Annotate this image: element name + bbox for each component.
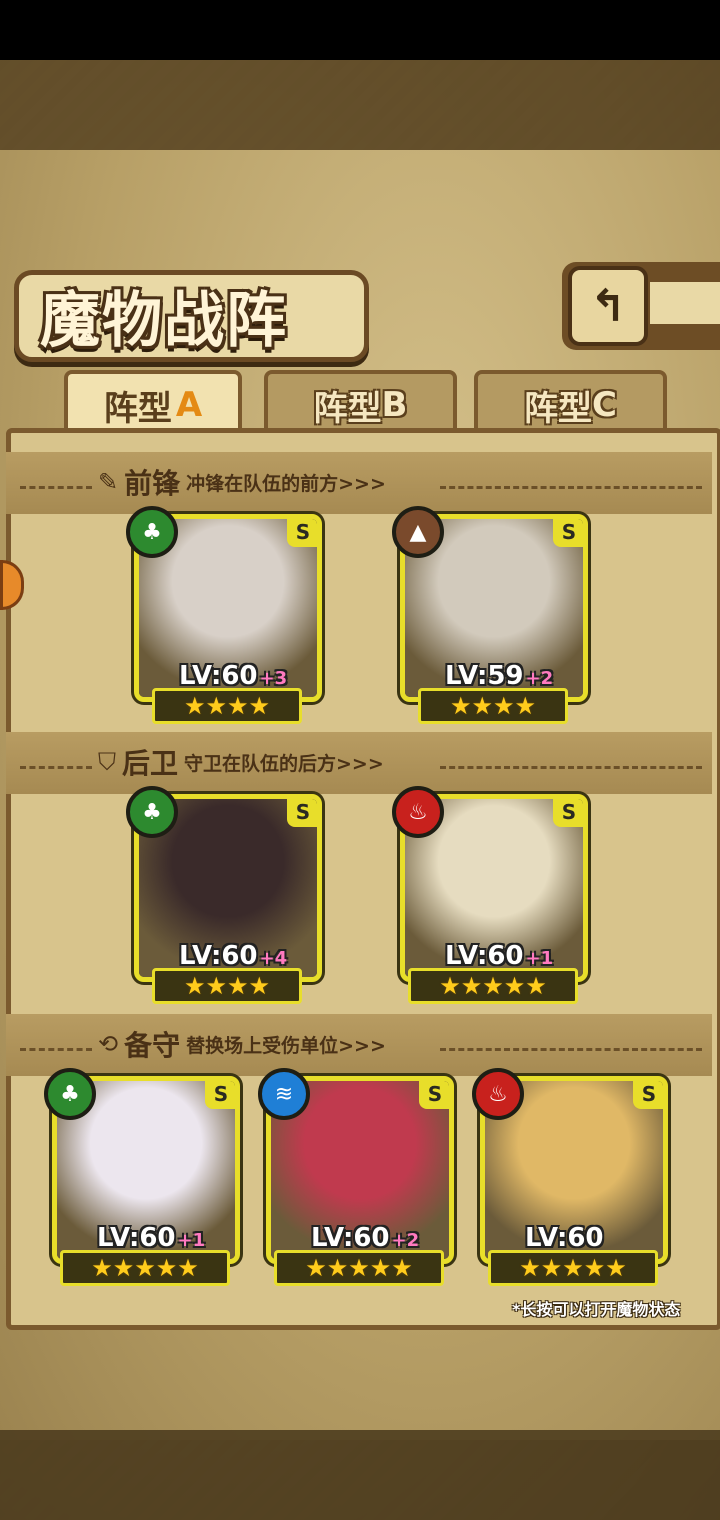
section-label-rearguard: ⛉ 后卫 守卫在队伍的后方>>> bbox=[98, 742, 384, 782]
pen-icon: ✎ bbox=[98, 468, 119, 496]
divider bbox=[440, 486, 702, 489]
tab-formation-b[interactable]: 阵型 B bbox=[264, 370, 457, 436]
page-title: 魔物战阵 bbox=[40, 286, 288, 356]
stars: ★★★★ bbox=[183, 692, 271, 720]
divider bbox=[20, 1048, 92, 1051]
star-rating: ★★★★★ bbox=[60, 1250, 230, 1286]
level-value: LV:60 bbox=[525, 1223, 604, 1253]
leaf-element-icon: ♣ bbox=[44, 1068, 96, 1120]
monster-level: LV:59 +2 bbox=[445, 661, 553, 691]
rank-badge: S bbox=[553, 519, 583, 547]
star-rating: ★★★★★ bbox=[274, 1250, 444, 1286]
rank-badge: S bbox=[553, 799, 583, 827]
background-top-band bbox=[0, 60, 720, 155]
level-value: LV:60 bbox=[445, 941, 524, 971]
stars: ★★★★★ bbox=[305, 1254, 413, 1282]
monster-level: LV:60 +1 bbox=[445, 941, 553, 971]
monster-level: LV:60 +4 bbox=[179, 941, 287, 971]
tab-formation-c[interactable]: 阵型 C bbox=[474, 370, 667, 436]
rank-badge: S bbox=[633, 1081, 663, 1109]
leaf-element-icon: ♣ bbox=[126, 506, 178, 558]
tab-label: 阵型 bbox=[313, 388, 382, 429]
level-value: LV:60 bbox=[311, 1223, 390, 1253]
level-value: LV:60 bbox=[179, 941, 258, 971]
monster-level: LV:60 +3 bbox=[179, 661, 287, 691]
fire-element-icon: ♨ bbox=[392, 786, 444, 838]
divider bbox=[440, 766, 702, 769]
leaf-element-icon: ♣ bbox=[126, 786, 178, 838]
level-bonus: +2 bbox=[391, 1230, 420, 1251]
stars: ★★★★ bbox=[183, 972, 271, 1000]
section-name: 后卫 bbox=[122, 747, 179, 780]
tab-letter: A bbox=[175, 385, 203, 425]
level-bonus: +3 bbox=[259, 668, 288, 689]
star-rating: ★★★★ bbox=[152, 688, 302, 724]
earth-element-icon: ▲ bbox=[392, 506, 444, 558]
tab-formation-a[interactable]: 阵型 A bbox=[64, 370, 242, 436]
tab-label: 阵型 bbox=[524, 388, 593, 429]
level-value: LV:60 bbox=[97, 1223, 176, 1253]
level-value: LV:60 bbox=[179, 661, 258, 691]
section-desc: 冲锋在队伍的前方>>> bbox=[186, 472, 386, 495]
status-bar bbox=[0, 0, 720, 60]
background-bottom-band bbox=[0, 1430, 720, 1520]
section-desc: 替换场上受伤单位>>> bbox=[186, 1034, 386, 1057]
section-name: 备守 bbox=[124, 1029, 181, 1062]
rank-badge: S bbox=[419, 1081, 449, 1109]
section-desc: 守卫在队伍的后方>>> bbox=[184, 752, 384, 775]
tab-letter: C bbox=[592, 385, 617, 425]
rank-badge: S bbox=[287, 519, 317, 547]
section-label-reserve: ⟲ 备守 替换场上受伤单位>>> bbox=[98, 1024, 386, 1064]
stars: ★★★★★ bbox=[91, 1254, 199, 1282]
back-icon: ↰ bbox=[589, 280, 627, 332]
star-rating: ★★★★★ bbox=[408, 968, 578, 1004]
divider bbox=[440, 1048, 702, 1051]
swap-icon: ⟲ bbox=[98, 1030, 119, 1058]
star-rating: ★★★★ bbox=[418, 688, 568, 724]
divider bbox=[20, 766, 92, 769]
level-bonus: +4 bbox=[259, 948, 288, 969]
section-name: 前锋 bbox=[124, 467, 181, 500]
level-value: LV:59 bbox=[445, 661, 524, 691]
level-bonus: +2 bbox=[525, 668, 554, 689]
rank-badge: S bbox=[287, 799, 317, 827]
back-bar-inner bbox=[650, 282, 720, 324]
long-press-hint: *长按可以打开魔物状态 bbox=[512, 1300, 681, 1319]
level-bonus: +1 bbox=[177, 1230, 206, 1251]
level-bonus: +1 bbox=[525, 948, 554, 969]
star-rating: ★★★★ bbox=[152, 968, 302, 1004]
fire-element-icon: ♨ bbox=[472, 1068, 524, 1120]
tab-label: 阵型 bbox=[103, 388, 172, 429]
back-button[interactable]: ↰ bbox=[568, 266, 648, 346]
rank-badge: S bbox=[205, 1081, 235, 1109]
star-rating: ★★★★★ bbox=[488, 1250, 658, 1286]
shield-icon: ⛉ bbox=[98, 748, 116, 776]
stars: ★★★★★ bbox=[519, 1254, 627, 1282]
divider bbox=[20, 486, 92, 489]
monster-level: LV:60 bbox=[525, 1223, 606, 1253]
tab-letter: B bbox=[381, 385, 408, 425]
stars: ★★★★★ bbox=[439, 972, 547, 1000]
water-element-icon: ≋ bbox=[258, 1068, 310, 1120]
section-label-vanguard: ✎ 前锋 冲锋在队伍的前方>>> bbox=[98, 462, 386, 502]
monster-level: LV:60 +2 bbox=[311, 1223, 419, 1253]
stars: ★★★★ bbox=[449, 692, 537, 720]
monster-level: LV:60 +1 bbox=[97, 1223, 205, 1253]
